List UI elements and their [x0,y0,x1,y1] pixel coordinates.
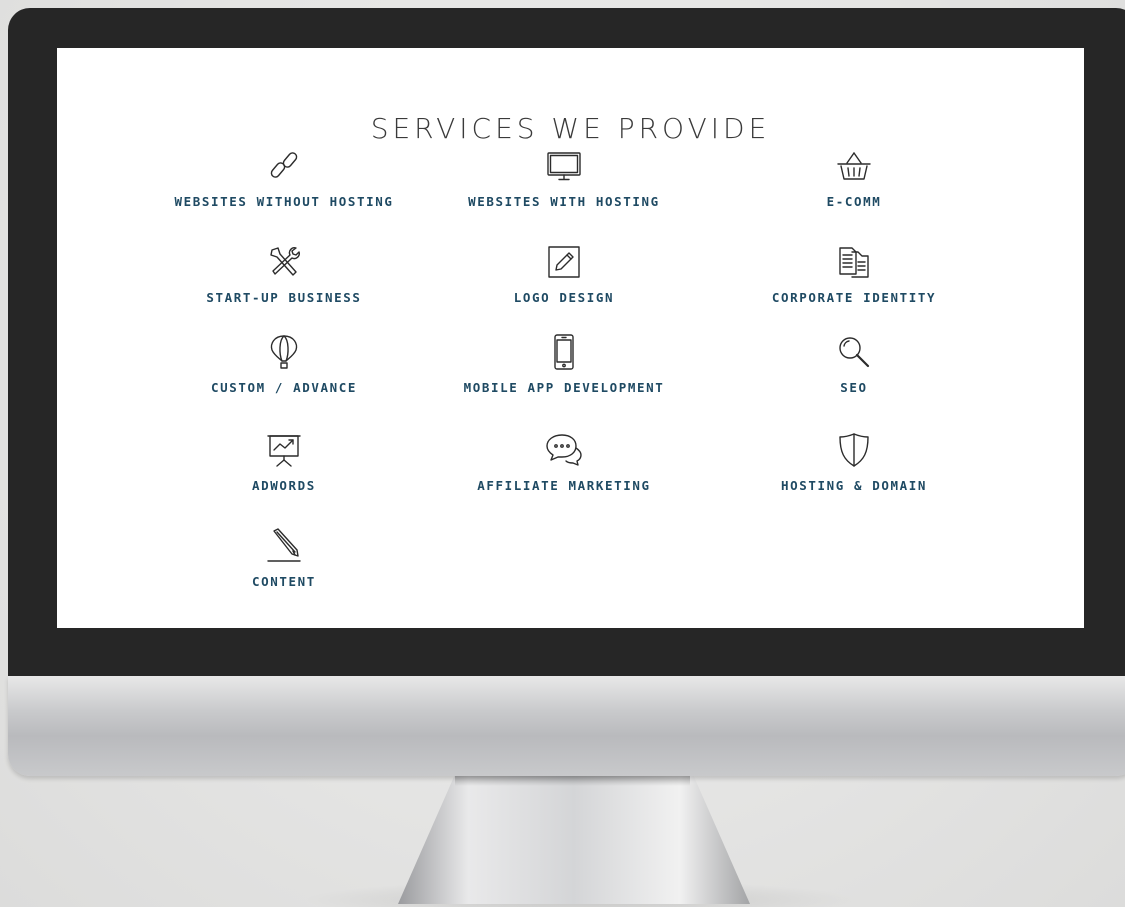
stage: SERVICES WE PROVIDE WEBSITES WITHOUT HOS… [0,0,1125,907]
pencil-icon [264,526,304,566]
service-label: E-COMM [826,194,882,209]
service-start-up-business[interactable]: START-UP BUSINESS [144,242,424,305]
presentation-chart-icon [264,430,304,470]
service-label: WEBSITES WITH HOSTING [468,194,660,209]
balloon-icon [264,332,304,372]
monitor-chin [8,676,1125,776]
shield-icon [834,430,874,470]
service-seo[interactable]: SEO [714,332,994,395]
service-hosting-domain[interactable]: HOSTING & DOMAIN [714,430,994,493]
service-custom-advance[interactable]: CUSTOM / ADVANCE [144,332,424,395]
service-label: WEBSITES WITHOUT HOSTING [174,194,394,209]
documents-icon [834,242,874,282]
service-label: SEO [840,380,868,395]
service-label: MOBILE APP DEVELOPMENT [463,380,665,395]
monitor-screen: SERVICES WE PROVIDE WEBSITES WITHOUT HOS… [57,48,1084,628]
pencil-box-icon [544,242,584,282]
service-websites-without-hosting[interactable]: WEBSITES WITHOUT HOSTING [144,146,424,209]
basket-icon [834,146,874,186]
service-label: LOGO DESIGN [513,290,615,305]
monitor-icon [544,146,584,186]
service-label: START-UP BUSINESS [206,290,362,305]
service-label: HOSTING & DOMAIN [780,478,927,493]
page-title: SERVICES WE PROVIDE [370,112,771,145]
service-content[interactable]: CONTENT [144,526,424,589]
tools-icon [264,242,304,282]
service-label: CORPORATE IDENTITY [771,290,937,305]
smartphone-icon [544,332,584,372]
service-adwords[interactable]: ADWORDS [144,430,424,493]
service-e-comm[interactable]: E-COMM [714,146,994,209]
service-label: CONTENT [252,574,316,589]
service-websites-with-hosting[interactable]: WEBSITES WITH HOSTING [424,146,704,209]
magnifier-icon [834,332,874,372]
stand-shadow-top [455,776,690,786]
service-corporate-identity[interactable]: CORPORATE IDENTITY [714,242,994,305]
service-label: CUSTOM / ADVANCE [210,380,357,395]
service-label: AFFILIATE MARKETING [477,478,651,493]
chat-bubbles-icon [544,430,584,470]
service-label: ADWORDS [252,478,316,493]
service-logo-design[interactable]: LOGO DESIGN [424,242,704,305]
link-icon [264,146,304,186]
service-mobile-app-development[interactable]: MOBILE APP DEVELOPMENT [424,332,704,395]
service-affiliate-marketing[interactable]: AFFILIATE MARKETING [424,430,704,493]
monitor-stand [398,776,750,904]
